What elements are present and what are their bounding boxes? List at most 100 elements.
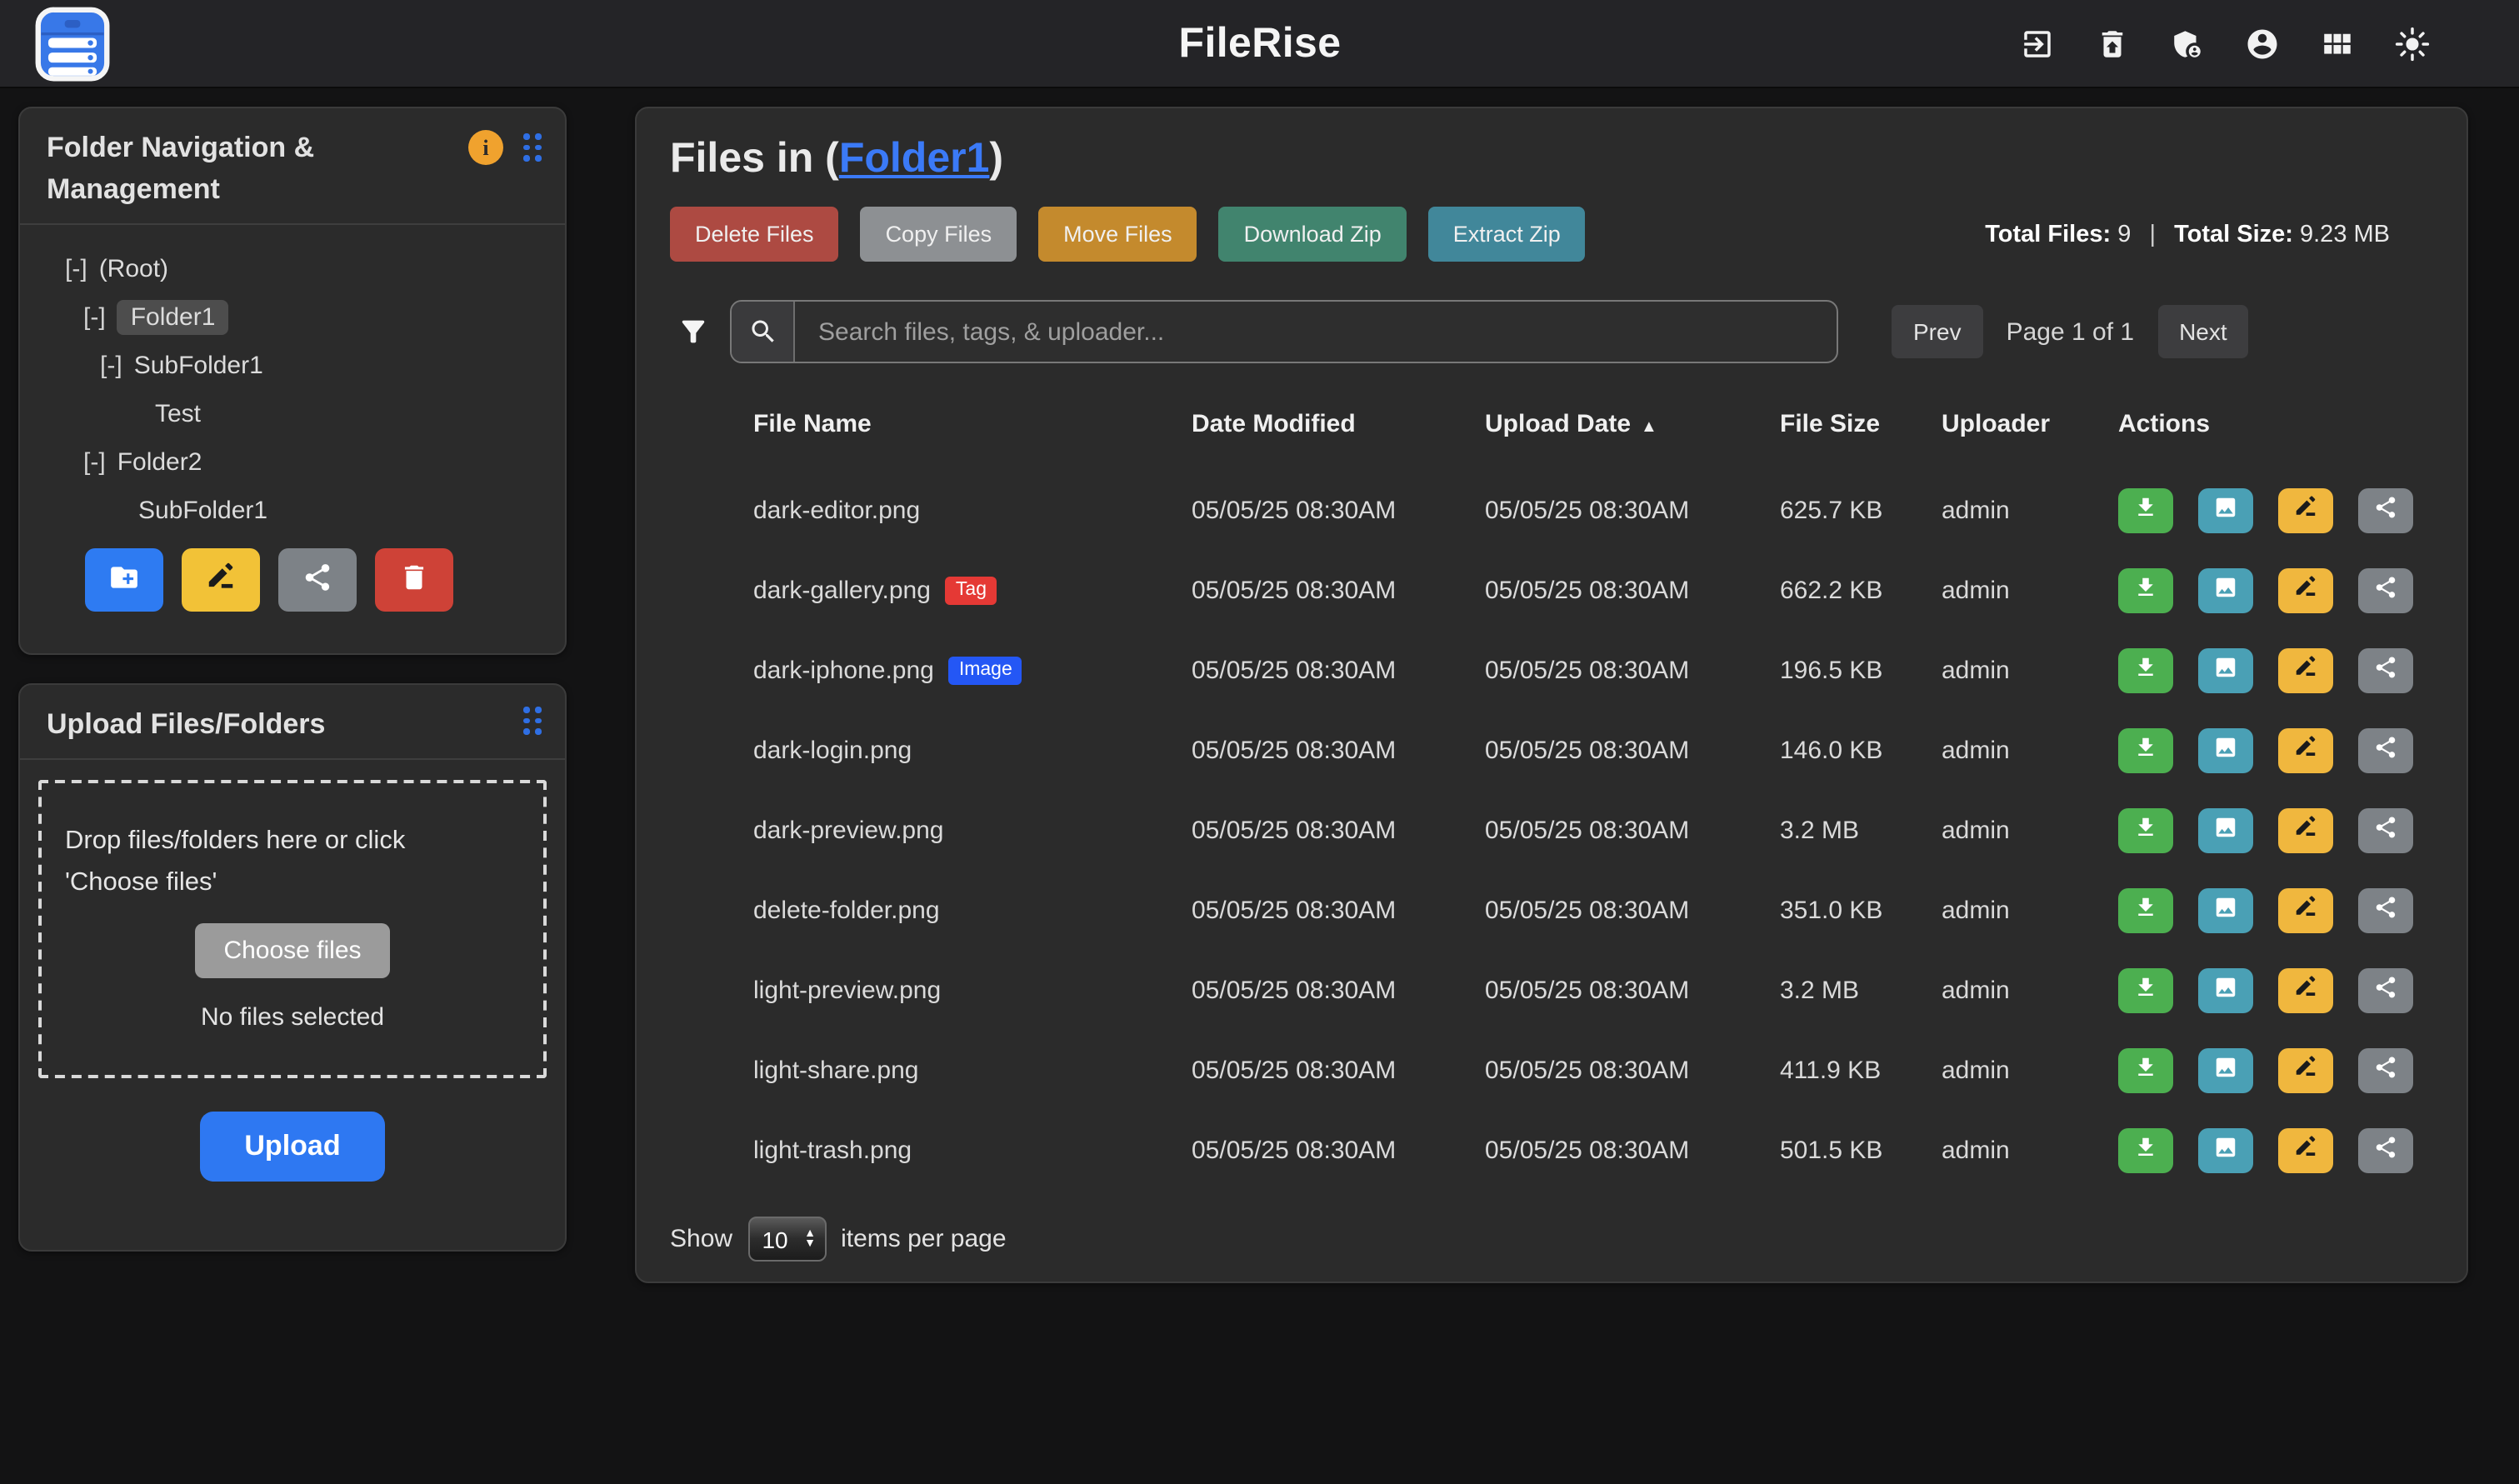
preview-image-button[interactable]: [2198, 487, 2253, 532]
rename-folder-button[interactable]: [182, 548, 260, 612]
share-folder-button[interactable]: [278, 548, 357, 612]
share-button[interactable]: [2358, 647, 2413, 692]
account-icon[interactable]: [2245, 27, 2280, 62]
preview-image-button[interactable]: [2198, 1047, 2253, 1092]
drag-handle-icon[interactable]: [523, 134, 542, 162]
preview-image-button[interactable]: [2198, 967, 2253, 1012]
next-page-button[interactable]: Next: [2157, 305, 2249, 358]
filter-icon[interactable]: [677, 315, 710, 348]
download-button[interactable]: [2118, 487, 2173, 532]
image-icon: [2213, 735, 2238, 765]
upload-button[interactable]: Upload: [199, 1112, 385, 1182]
rename-button[interactable]: [2278, 647, 2333, 692]
admin-shield-icon[interactable]: [2170, 27, 2205, 62]
rename-button[interactable]: [2278, 887, 2333, 932]
file-name[interactable]: dark-gallery.png: [753, 576, 931, 604]
file-name[interactable]: delete-folder.png: [753, 896, 940, 924]
tree-collapse-toggle[interactable]: [-]: [83, 303, 106, 332]
drag-handle-icon[interactable]: [523, 707, 542, 734]
extract-zip-button[interactable]: Extract Zip: [1428, 207, 1586, 262]
file-name[interactable]: light-preview.png: [753, 976, 941, 1004]
uploader: admin: [1942, 816, 2118, 844]
tree-item-folder2[interactable]: [-]Folder2: [20, 438, 565, 487]
file-name[interactable]: dark-editor.png: [753, 496, 920, 524]
file-name[interactable]: dark-login.png: [753, 736, 912, 764]
file-tag-badge: Image: [949, 656, 1022, 684]
col-header-date-modified[interactable]: Date Modified: [1192, 409, 1485, 437]
download-button[interactable]: [2118, 887, 2173, 932]
col-header-file-name[interactable]: File Name: [753, 409, 1192, 437]
search-input[interactable]: [795, 302, 1837, 362]
folder-tree: [-](Root)[-]Folder1[-]SubFolder1Test[-]F…: [20, 225, 565, 535]
tree-collapse-toggle[interactable]: [-]: [83, 448, 106, 477]
preview-image-button[interactable]: [2198, 567, 2253, 612]
share-button[interactable]: [2358, 727, 2413, 772]
download-button[interactable]: [2118, 1047, 2173, 1092]
delete-files-button[interactable]: Delete Files: [670, 207, 839, 262]
move-files-button[interactable]: Move Files: [1038, 207, 1197, 262]
download-button[interactable]: [2118, 727, 2173, 772]
apps-grid-icon[interactable]: [2320, 27, 2355, 62]
items-per-page-select[interactable]: 10 ▲▼: [747, 1217, 826, 1262]
preview-image-button[interactable]: [2198, 647, 2253, 692]
col-header-uploader[interactable]: Uploader: [1942, 409, 2118, 437]
col-header-file-size[interactable]: File Size: [1780, 409, 1942, 437]
rename-button[interactable]: [2278, 967, 2333, 1012]
file-name[interactable]: dark-preview.png: [753, 816, 943, 844]
col-header-upload-date[interactable]: Upload Date▲: [1485, 409, 1780, 437]
date-modified: 05/05/25 08:30AM: [1192, 816, 1485, 844]
share-icon: [2373, 1135, 2398, 1165]
prev-page-button[interactable]: Prev: [1892, 305, 1983, 358]
preview-image-button[interactable]: [2198, 727, 2253, 772]
pencil-icon: [2293, 1135, 2318, 1165]
dropzone[interactable]: Drop files/folders here or click 'Choose…: [38, 780, 547, 1078]
share-button[interactable]: [2358, 487, 2413, 532]
share-button[interactable]: [2358, 1127, 2413, 1172]
share-button[interactable]: [2358, 1047, 2413, 1092]
download-button[interactable]: [2118, 967, 2173, 1012]
rename-button[interactable]: [2278, 487, 2333, 532]
logout-icon[interactable]: [2020, 27, 2055, 62]
preview-image-button[interactable]: [2198, 1127, 2253, 1172]
file-name[interactable]: light-trash.png: [753, 1136, 912, 1164]
tree-item-folder1[interactable]: [-]Folder1: [20, 293, 565, 342]
preview-image-button[interactable]: [2198, 887, 2253, 932]
download-zip-button[interactable]: Download Zip: [1219, 207, 1407, 262]
rename-button[interactable]: [2278, 1127, 2333, 1172]
share-button[interactable]: [2358, 807, 2413, 852]
tree-item-test[interactable]: Test: [20, 390, 565, 438]
rename-button[interactable]: [2278, 1047, 2333, 1092]
info-icon[interactable]: i: [468, 130, 503, 165]
rename-button[interactable]: [2278, 807, 2333, 852]
top-icon-group: [2020, 0, 2430, 88]
share-button[interactable]: [2358, 967, 2413, 1012]
choose-files-button[interactable]: Choose files: [195, 923, 389, 978]
pagination: Prev Page 1 of 1 Next: [1892, 305, 2249, 358]
tree-collapse-toggle[interactable]: [-]: [65, 255, 87, 283]
restore-trash-icon[interactable]: [2095, 27, 2130, 62]
tree-item-subfolder1[interactable]: [-]SubFolder1: [20, 342, 565, 390]
current-folder-link[interactable]: Folder1: [839, 135, 990, 182]
download-button[interactable]: [2118, 1127, 2173, 1172]
file-name[interactable]: light-share.png: [753, 1056, 918, 1084]
rename-button[interactable]: [2278, 567, 2333, 612]
dropzone-text-line2: 'Choose files': [65, 862, 520, 903]
spinner-arrows-icon[interactable]: ▲▼: [801, 1229, 824, 1249]
tree-item-subfolder1[interactable]: SubFolder1: [20, 487, 565, 535]
share-button[interactable]: [2358, 887, 2413, 932]
light-mode-icon[interactable]: [2395, 27, 2430, 62]
download-button[interactable]: [2118, 807, 2173, 852]
upload-title: Upload Files/Folders: [47, 703, 325, 745]
tree-collapse-toggle[interactable]: [-]: [100, 352, 122, 380]
search-icon[interactable]: [732, 302, 795, 362]
download-button[interactable]: [2118, 567, 2173, 612]
share-button[interactable]: [2358, 567, 2413, 612]
copy-files-button[interactable]: Copy Files: [861, 207, 1017, 262]
create-folder-button[interactable]: [85, 548, 163, 612]
delete-folder-button[interactable]: [375, 548, 453, 612]
tree-item-root[interactable]: [-](Root): [20, 245, 565, 293]
preview-image-button[interactable]: [2198, 807, 2253, 852]
download-button[interactable]: [2118, 647, 2173, 692]
file-name[interactable]: dark-iphone.png: [753, 656, 934, 684]
rename-button[interactable]: [2278, 727, 2333, 772]
